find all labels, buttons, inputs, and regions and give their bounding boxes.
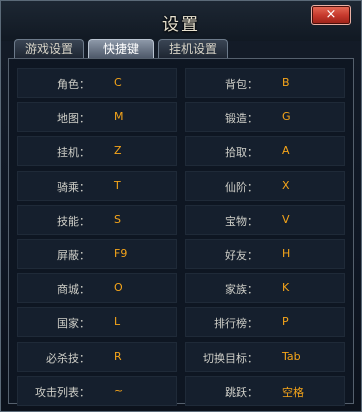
- shortcut-key: S: [114, 212, 121, 226]
- shortcut-key: Tab: [282, 349, 301, 363]
- shortcut-label: 地图：: [57, 112, 90, 126]
- shortcut-entry[interactable]: 仙阶： X: [185, 170, 345, 201]
- shortcut-entry[interactable]: 角色： C: [17, 68, 177, 98]
- shortcut-entry[interactable]: 锻造： G: [185, 102, 345, 133]
- shortcut-label: 商城：: [57, 283, 90, 297]
- shortcut-key: T: [114, 178, 121, 192]
- shortcut-key: H: [282, 246, 291, 260]
- shortcut-row: 屏蔽： F9 好友： H: [17, 237, 345, 271]
- shortcut-label: 角色：: [57, 78, 90, 91]
- shortcut-entry[interactable]: 屏蔽： F9: [17, 238, 177, 269]
- shortcut-entry[interactable]: 地图： M: [17, 102, 177, 133]
- shortcut-key: K: [282, 281, 290, 295]
- shortcut-key: L: [114, 315, 121, 329]
- window-title: 设置: [162, 15, 200, 35]
- shortcut-entry[interactable]: 家族： K: [185, 273, 345, 304]
- shortcut-key: A: [282, 144, 290, 158]
- shortcut-key: ~: [114, 383, 124, 397]
- shortcut-entry[interactable]: 好友： H: [185, 238, 345, 269]
- shortcut-entry[interactable]: 国家： L: [17, 307, 177, 338]
- shortcut-entry[interactable]: 切换目标： Tab: [185, 341, 345, 372]
- shortcut-key: B: [282, 76, 290, 89]
- shortcut-grid: 角色： C 背包： B 地图： M 锻造： G 挂机： Z 拾取： A 骑乘： …: [17, 66, 345, 408]
- shortcut-entry[interactable]: 挂机： Z: [17, 136, 177, 167]
- shortcut-row: 国家： L 排行榜： P: [17, 305, 345, 339]
- shortcut-label: 锻造：: [225, 112, 258, 126]
- shortcut-entry[interactable]: 攻击列表： ~: [17, 375, 177, 406]
- settings-window: 设置 × 游戏设置 快捷键 挂机设置 角色： C 背包： B 地图： M 锻造：…: [0, 0, 362, 412]
- shortcut-row: 技能： S 宝物： V: [17, 203, 345, 237]
- shortcut-label: 攻击列表：: [35, 385, 90, 399]
- shortcut-key: Z: [114, 144, 122, 158]
- tab-idle-settings[interactable]: 挂机设置: [158, 39, 228, 59]
- shortcut-label: 宝物：: [225, 214, 258, 228]
- shortcut-row: 骑乘： T 仙阶： X: [17, 169, 345, 203]
- shortcut-label: 挂机：: [57, 146, 90, 160]
- shortcut-label: 家族：: [225, 283, 258, 297]
- shortcut-label: 背包：: [225, 78, 258, 91]
- tab-shortcuts[interactable]: 快捷键: [88, 39, 154, 59]
- shortcut-key: M: [114, 110, 124, 124]
- shortcut-label: 切换目标：: [203, 351, 258, 365]
- shortcut-key: G: [282, 110, 291, 124]
- shortcut-entry[interactable]: 宝物： V: [185, 204, 345, 235]
- shortcut-entry[interactable]: 必杀技： R: [17, 341, 177, 372]
- shortcut-entry[interactable]: 跳跃： 空格: [185, 375, 345, 406]
- shortcut-key: F9: [114, 246, 128, 260]
- shortcut-label: 仙阶：: [225, 180, 258, 194]
- shortcut-row: 攻击列表： ~ 跳跃： 空格: [17, 374, 345, 408]
- shortcut-entry[interactable]: 商城： O: [17, 273, 177, 304]
- shortcut-entry[interactable]: 排行榜： P: [185, 307, 345, 338]
- shortcut-label: 好友：: [225, 248, 258, 262]
- shortcut-entry[interactable]: 技能： S: [17, 204, 177, 235]
- shortcut-row: 角色： C 背包： B: [17, 66, 345, 100]
- shortcut-entry[interactable]: 拾取： A: [185, 136, 345, 167]
- shortcut-label: 技能：: [57, 214, 90, 228]
- shortcut-key: V: [282, 212, 290, 226]
- shortcut-label: 骑乘：: [57, 180, 90, 194]
- shortcut-key: R: [114, 349, 122, 363]
- shortcut-label: 拾取：: [225, 146, 258, 160]
- shortcut-label: 屏蔽：: [57, 248, 90, 262]
- shortcut-key: P: [282, 315, 289, 329]
- shortcut-panel: 角色： C 背包： B 地图： M 锻造： G 挂机： Z 拾取： A 骑乘： …: [8, 58, 354, 406]
- shortcut-row: 商城： O 家族： K: [17, 271, 345, 305]
- shortcut-key: C: [114, 76, 122, 89]
- shortcut-key: O: [114, 281, 123, 295]
- shortcut-entry[interactable]: 背包： B: [185, 68, 345, 98]
- title-bar[interactable]: 设置 ×: [1, 1, 361, 41]
- close-button[interactable]: ×: [311, 5, 351, 25]
- shortcut-row: 地图： M 锻造： G: [17, 100, 345, 134]
- shortcut-label: 跳跃：: [225, 385, 258, 399]
- shortcut-key: X: [282, 178, 290, 192]
- shortcut-label: 国家：: [57, 317, 90, 331]
- tab-game-settings[interactable]: 游戏设置: [14, 39, 84, 59]
- shortcut-label: 必杀技：: [46, 351, 90, 365]
- shortcut-entry[interactable]: 骑乘： T: [17, 170, 177, 201]
- shortcut-row: 挂机： Z 拾取： A: [17, 134, 345, 168]
- shortcut-key: 空格: [282, 385, 304, 399]
- shortcut-row: 必杀技： R 切换目标： Tab: [17, 340, 345, 374]
- shortcut-label: 排行榜：: [214, 317, 258, 331]
